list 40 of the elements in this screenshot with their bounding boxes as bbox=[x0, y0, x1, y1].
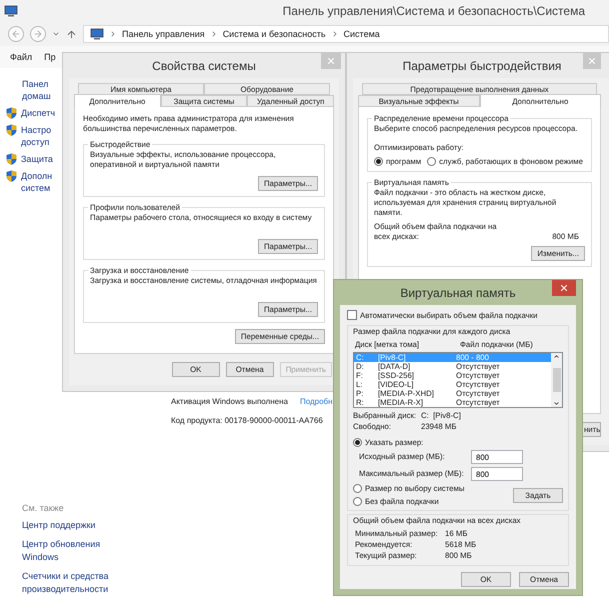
shield-icon bbox=[6, 107, 17, 119]
up-button[interactable] bbox=[66, 28, 77, 40]
scrollbar[interactable] bbox=[551, 353, 562, 407]
scroll-down-icon[interactable] bbox=[553, 400, 560, 407]
sidebar-link[interactable]: Защита bbox=[21, 153, 53, 165]
dialog-title: Виртуальная память bbox=[400, 286, 516, 300]
close-icon bbox=[559, 283, 569, 293]
breadcrumb-item[interactable]: Система и безопасность bbox=[222, 29, 326, 39]
sidebar-link[interactable]: Счетчики и средства производительности bbox=[22, 570, 122, 596]
breadcrumb-item[interactable]: Панель управления bbox=[122, 29, 205, 39]
sidebar-link[interactable]: Диспетч bbox=[21, 107, 56, 119]
close-icon bbox=[326, 56, 336, 66]
caret-icon[interactable] bbox=[52, 30, 60, 38]
sidebar-link[interactable]: Настро доступ bbox=[21, 124, 52, 148]
dialog-title: Свойства системы bbox=[152, 58, 256, 72]
scroll-up-icon[interactable] bbox=[553, 353, 560, 360]
window-title: Панель управления\Система и безопасность\Система bbox=[282, 4, 585, 18]
close-button[interactable] bbox=[552, 280, 576, 296]
menu-item[interactable]: Файл bbox=[10, 52, 32, 62]
computer-icon bbox=[90, 28, 104, 40]
arrow-right-icon bbox=[33, 29, 43, 39]
sidebar-link[interactable]: Центр поддержки bbox=[22, 519, 122, 532]
activation-status: Активация Windows выполнена bbox=[171, 397, 288, 406]
dialog-title: Параметры быстродействия bbox=[402, 58, 562, 72]
close-icon bbox=[587, 56, 597, 66]
shield-icon bbox=[6, 170, 17, 182]
sidebar-link[interactable]: Центр обновления Windows bbox=[22, 538, 122, 564]
product-code: Код продукта: 00178-90000-00011-AA766 bbox=[171, 416, 323, 425]
sidebar-link[interactable]: Дополн систем bbox=[21, 170, 52, 194]
sidebar-link[interactable]: Панел домаш bbox=[22, 78, 51, 102]
chevron-icon bbox=[109, 30, 117, 38]
details-link[interactable]: Подробн bbox=[300, 397, 333, 406]
menu-item[interactable]: Пр bbox=[44, 52, 56, 62]
breadcrumb-item[interactable]: Система bbox=[344, 29, 380, 39]
section-heading: См. также bbox=[22, 503, 65, 513]
computer-icon bbox=[4, 5, 18, 17]
shield-icon bbox=[6, 153, 17, 165]
address-field[interactable]: Панель управления Система и безопасность Система bbox=[83, 25, 609, 43]
arrow-left-icon bbox=[11, 29, 21, 39]
shield-icon bbox=[6, 124, 17, 136]
